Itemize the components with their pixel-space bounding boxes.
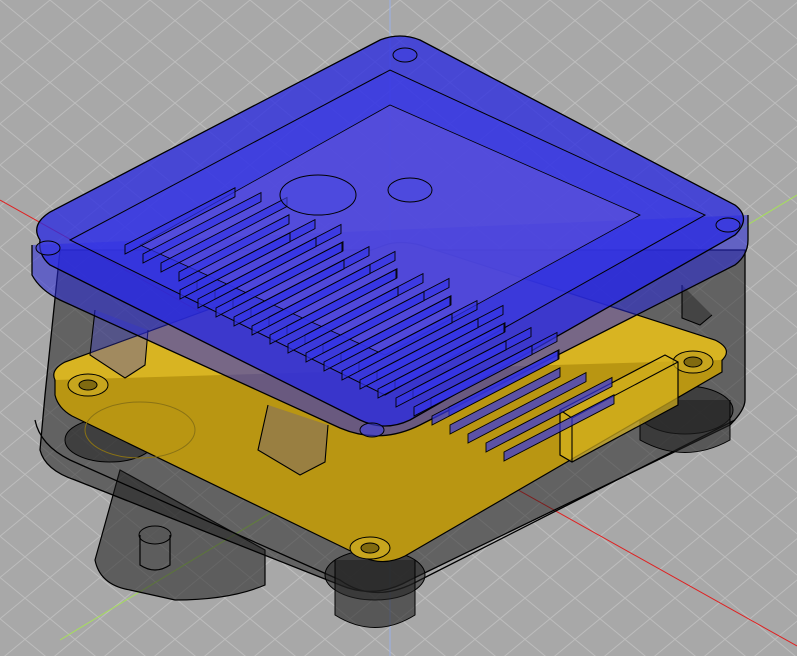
lid-corner-hole xyxy=(715,217,741,233)
grid-line xyxy=(0,618,46,656)
lid-boss xyxy=(279,174,357,216)
pcb-mounting-hole-inner xyxy=(683,356,703,368)
3d-viewport[interactable] xyxy=(0,0,797,656)
lid-corner-hole xyxy=(359,422,385,438)
lid-boss xyxy=(387,177,433,203)
pcb-mounting-hole-inner xyxy=(360,542,380,554)
grid-line xyxy=(0,0,51,42)
base-foot-column xyxy=(334,560,416,628)
lid-corner-hole xyxy=(35,240,61,256)
flange-hole xyxy=(138,525,172,545)
3d-scene[interactable] xyxy=(0,0,797,656)
pcb-mounting-hole-inner xyxy=(78,379,98,391)
lid-corner-hole xyxy=(392,47,418,63)
